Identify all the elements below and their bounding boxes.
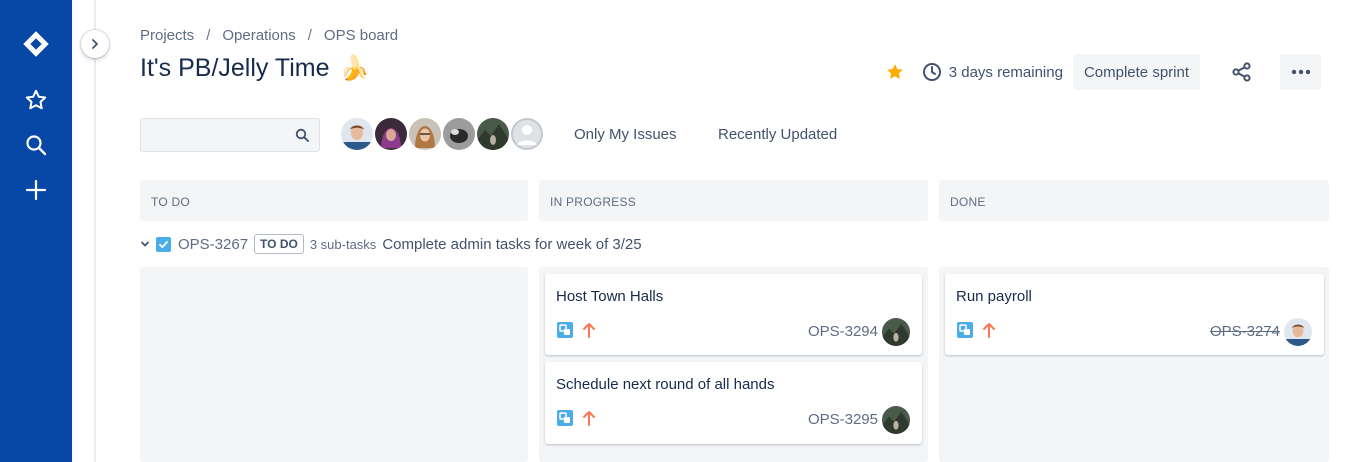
subtask-count: 3 sub-tasks (309, 236, 377, 252)
sidebar-divider (94, 0, 96, 462)
board-search[interactable] (140, 118, 320, 152)
avatar[interactable] (407, 116, 443, 152)
swimlane-header: OPS-3267 TO DO 3 sub-tasks Complete admi… (140, 233, 642, 255)
starred-icon[interactable] (16, 80, 56, 120)
column-body-todo (140, 267, 528, 462)
subtask-icon (156, 236, 171, 252)
card-summary: Run payroll (956, 288, 1032, 305)
page-title: It's PB/Jelly Time 🍌 (140, 54, 369, 83)
card-summary: Host Town Halls (556, 288, 664, 305)
expand-sidebar-button[interactable] (81, 30, 109, 58)
card-issue-key: OPS-3294 (807, 323, 878, 340)
days-remaining: 3 days remaining (948, 63, 1063, 81)
more-actions-button[interactable] (1280, 54, 1321, 90)
global-sidebar (0, 0, 72, 462)
column-header-in-progress: IN PROGRESS (539, 180, 928, 221)
jira-logo-icon[interactable] (16, 24, 56, 64)
avatar[interactable] (373, 116, 409, 152)
share-button[interactable] (1224, 54, 1260, 90)
more-dots-icon (1291, 69, 1310, 75)
avatar[interactable] (441, 116, 477, 152)
assignee-avatar (882, 406, 910, 434)
priority-high-icon (581, 409, 597, 427)
chevron-down-icon[interactable] (140, 236, 150, 252)
card-issue-key: OPS-3295 (807, 411, 878, 428)
complete-sprint-button[interactable]: Complete sprint (1072, 54, 1200, 90)
parent-issue-summary[interactable]: Complete admin tasks for week of 3/25 (382, 236, 641, 253)
assignee-avatar (882, 318, 910, 346)
status-badge: TO DO (254, 234, 304, 254)
share-icon (1232, 62, 1251, 82)
search-input[interactable] (141, 119, 319, 151)
issue-card[interactable]: Host Town Halls OPS-3294 (545, 274, 922, 355)
column-header-done: DONE (939, 180, 1329, 221)
breadcrumb-operations[interactable]: Operations (222, 27, 295, 44)
card-summary: Schedule next round of all hands (556, 376, 775, 393)
assignee-avatar (1284, 318, 1312, 346)
assignee-filter (339, 116, 545, 152)
subtask-type-icon (557, 322, 573, 338)
star-icon[interactable] (883, 60, 907, 84)
header-actions: 3 days remaining Complete sprint (883, 54, 1321, 90)
clock-icon (921, 61, 943, 83)
issue-card[interactable]: Schedule next round of all hands OPS-329… (545, 362, 922, 444)
search-icon[interactable] (16, 125, 56, 165)
column-header-todo: TO DO (140, 180, 528, 221)
subtask-type-icon (957, 322, 973, 338)
issue-card[interactable]: Run payroll OPS-3274 (945, 274, 1324, 355)
breadcrumb-separator: / (206, 27, 211, 44)
search-icon (295, 128, 309, 147)
banana-emoji: 🍌 (339, 55, 370, 82)
recently-updated-filter[interactable]: Recently Updated (718, 124, 837, 145)
parent-issue-key[interactable]: OPS-3267 (178, 236, 248, 253)
card-issue-key: OPS-3274 (1209, 323, 1280, 340)
avatar[interactable] (339, 116, 375, 152)
sprint-name: It's PB/Jelly Time (140, 54, 330, 82)
avatar[interactable] (475, 116, 511, 152)
priority-high-icon (981, 321, 997, 339)
breadcrumb-separator: / (307, 27, 312, 44)
breadcrumb-projects[interactable]: Projects (140, 27, 194, 44)
breadcrumb-board[interactable]: OPS board (324, 27, 398, 44)
breadcrumb: Projects / Operations / OPS board (140, 27, 398, 44)
chevron-right-icon (92, 39, 98, 49)
only-my-issues-filter[interactable]: Only My Issues (574, 124, 677, 145)
create-plus-icon[interactable] (16, 170, 56, 210)
subtask-type-icon (557, 410, 573, 426)
priority-high-icon (581, 321, 597, 339)
avatar-unassigned[interactable] (509, 116, 545, 152)
